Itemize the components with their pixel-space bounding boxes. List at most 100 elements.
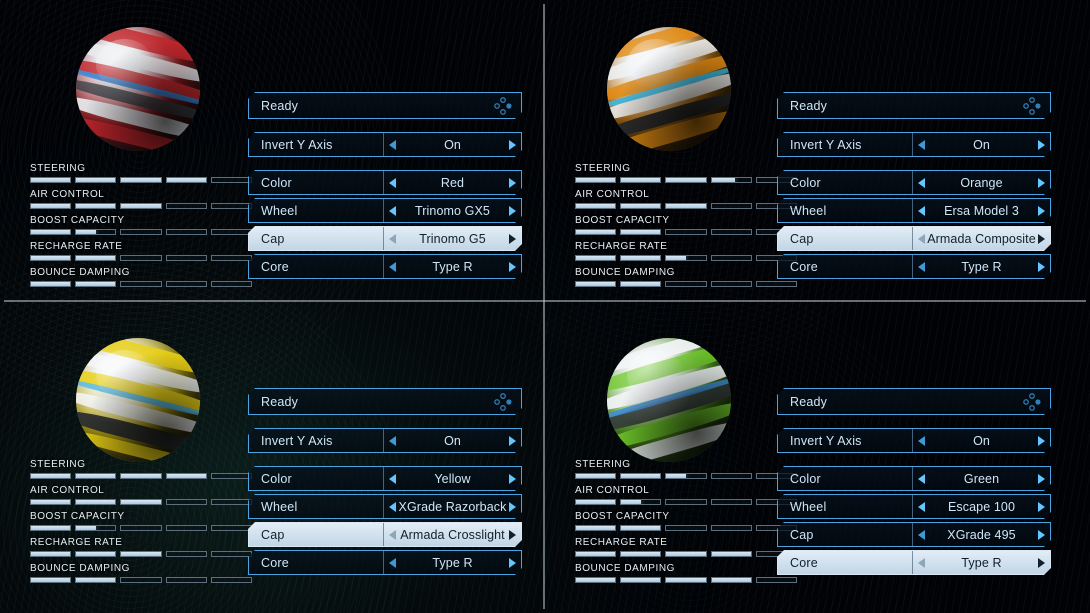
stat-segment bbox=[575, 229, 617, 235]
ready-row[interactable]: Ready bbox=[248, 388, 522, 415]
stat-segment bbox=[120, 177, 162, 183]
stat-segment bbox=[165, 229, 207, 235]
triangle-left-icon[interactable] bbox=[918, 262, 925, 272]
triangle-right-icon[interactable] bbox=[509, 530, 516, 540]
stat-segment bbox=[30, 551, 72, 557]
stat-segment bbox=[30, 473, 72, 479]
loadout-menu: Ready Invert Y Axis On Color Green Wheel Escap… bbox=[777, 388, 1051, 578]
menu-row-core[interactable]: Core Type R bbox=[777, 254, 1051, 279]
triangle-right-icon[interactable] bbox=[1038, 474, 1045, 484]
triangle-right-icon[interactable] bbox=[1038, 206, 1045, 216]
stat-segment bbox=[75, 551, 117, 557]
menu-row-color[interactable]: Color Orange bbox=[777, 170, 1051, 195]
menu-row-value-area: Red bbox=[383, 171, 521, 194]
stat-segment bbox=[710, 473, 752, 479]
triangle-right-icon[interactable] bbox=[1038, 178, 1045, 188]
triangle-left-icon[interactable] bbox=[389, 178, 396, 188]
menu-row-invert[interactable]: Invert Y Axis On bbox=[777, 132, 1051, 157]
menu-row-wheel[interactable]: Wheel Trinomo GX5 bbox=[248, 198, 522, 223]
menu-row-label: Invert Y Axis bbox=[790, 433, 862, 448]
stat-segment bbox=[620, 281, 662, 287]
stat-bar bbox=[30, 473, 253, 479]
stat-segment bbox=[120, 229, 162, 235]
triangle-right-icon[interactable] bbox=[509, 436, 516, 446]
triangle-left-icon[interactable] bbox=[918, 436, 925, 446]
triangle-left-icon[interactable] bbox=[389, 474, 396, 484]
stat-segment bbox=[710, 551, 752, 557]
triangle-left-icon[interactable] bbox=[389, 530, 396, 540]
menu-row-cap[interactable]: Cap Armada Composite bbox=[777, 226, 1051, 251]
stat-label: RECHARGE RATE bbox=[30, 241, 123, 252]
menu-row-core[interactable]: Core Type R bbox=[777, 550, 1051, 575]
menu-row-core[interactable]: Core Type R bbox=[248, 550, 522, 575]
triangle-right-icon[interactable] bbox=[1038, 234, 1045, 244]
triangle-left-icon[interactable] bbox=[389, 206, 396, 216]
menu-row-value-area: XGrade Razorback bbox=[383, 495, 521, 518]
menu-row-value-area: On bbox=[383, 133, 521, 156]
stat-segment bbox=[710, 525, 752, 531]
menu-row-invert[interactable]: Invert Y Axis On bbox=[248, 428, 522, 453]
stat-segment bbox=[665, 499, 707, 505]
triangle-right-icon[interactable] bbox=[509, 502, 516, 512]
menu-row-cap[interactable]: Cap Trinomo G5 bbox=[248, 226, 522, 251]
menu-row-label: Color bbox=[261, 175, 292, 190]
triangle-right-icon[interactable] bbox=[509, 140, 516, 150]
stat-segment bbox=[575, 577, 617, 583]
triangle-left-icon[interactable] bbox=[918, 178, 925, 188]
triangle-right-icon[interactable] bbox=[1038, 262, 1045, 272]
menu-row-label: Cap bbox=[261, 231, 285, 246]
stat-row: STEERING bbox=[30, 163, 253, 183]
triangle-right-icon[interactable] bbox=[1038, 436, 1045, 446]
triangle-right-icon[interactable] bbox=[509, 558, 516, 568]
stat-segment bbox=[575, 525, 617, 531]
triangle-right-icon[interactable] bbox=[509, 234, 516, 244]
dpad-icon bbox=[1023, 97, 1041, 115]
player-panel-4: STEERING AIR CONTROL BOOST CAPACITY RECHARG… bbox=[545, 307, 1090, 613]
triangle-right-icon[interactable] bbox=[1038, 140, 1045, 150]
triangle-right-icon[interactable] bbox=[509, 262, 516, 272]
menu-row-cap[interactable]: Cap Armada Crosslight bbox=[248, 522, 522, 547]
menu-row-color[interactable]: Color Yellow bbox=[248, 466, 522, 491]
stat-segment bbox=[210, 499, 253, 505]
triangle-left-icon[interactable] bbox=[389, 262, 396, 272]
menu-row-color[interactable]: Color Red bbox=[248, 170, 522, 195]
menu-row-cap[interactable]: Cap XGrade 495 bbox=[777, 522, 1051, 547]
menu-row-core[interactable]: Core Type R bbox=[248, 254, 522, 279]
triangle-left-icon[interactable] bbox=[918, 474, 925, 484]
stat-segment bbox=[620, 499, 662, 505]
triangle-right-icon[interactable] bbox=[509, 206, 516, 216]
ready-row[interactable]: Ready bbox=[248, 92, 522, 119]
triangle-left-icon[interactable] bbox=[918, 530, 925, 540]
menu-row-label: Wheel bbox=[261, 203, 298, 218]
triangle-left-icon[interactable] bbox=[918, 558, 925, 568]
ready-row[interactable]: Ready bbox=[777, 92, 1051, 119]
triangle-left-icon[interactable] bbox=[389, 234, 396, 244]
triangle-left-icon[interactable] bbox=[918, 234, 925, 244]
stat-row: RECHARGE RATE bbox=[575, 241, 798, 261]
menu-row-invert[interactable]: Invert Y Axis On bbox=[248, 132, 522, 157]
stat-segment bbox=[75, 281, 117, 287]
menu-row-invert[interactable]: Invert Y Axis On bbox=[777, 428, 1051, 453]
menu-row-color[interactable]: Color Green bbox=[777, 466, 1051, 491]
triangle-right-icon[interactable] bbox=[1038, 558, 1045, 568]
triangle-left-icon[interactable] bbox=[389, 436, 396, 446]
menu-row-wheel[interactable]: Wheel Ersa Model 3 bbox=[777, 198, 1051, 223]
triangle-left-icon[interactable] bbox=[918, 140, 925, 150]
triangle-left-icon[interactable] bbox=[918, 502, 925, 512]
triangle-right-icon[interactable] bbox=[509, 474, 516, 484]
triangle-left-icon[interactable] bbox=[389, 140, 396, 150]
triangle-left-icon[interactable] bbox=[389, 558, 396, 568]
triangle-right-icon[interactable] bbox=[509, 178, 516, 188]
menu-row-wheel[interactable]: Wheel Escape 100 bbox=[777, 494, 1051, 519]
triangle-left-icon[interactable] bbox=[389, 502, 396, 512]
ready-row[interactable]: Ready bbox=[777, 388, 1051, 415]
stat-row: BOUNCE DAMPING bbox=[575, 267, 798, 287]
vehicle-sphere bbox=[76, 338, 200, 462]
menu-row-wheel[interactable]: Wheel XGrade Razorback bbox=[248, 494, 522, 519]
triangle-left-icon[interactable] bbox=[918, 206, 925, 216]
menu-row-label: Cap bbox=[790, 231, 814, 246]
triangle-right-icon[interactable] bbox=[1038, 530, 1045, 540]
stat-label: AIR CONTROL bbox=[575, 189, 650, 200]
triangle-right-icon[interactable] bbox=[1038, 502, 1045, 512]
stat-segment bbox=[30, 177, 72, 183]
